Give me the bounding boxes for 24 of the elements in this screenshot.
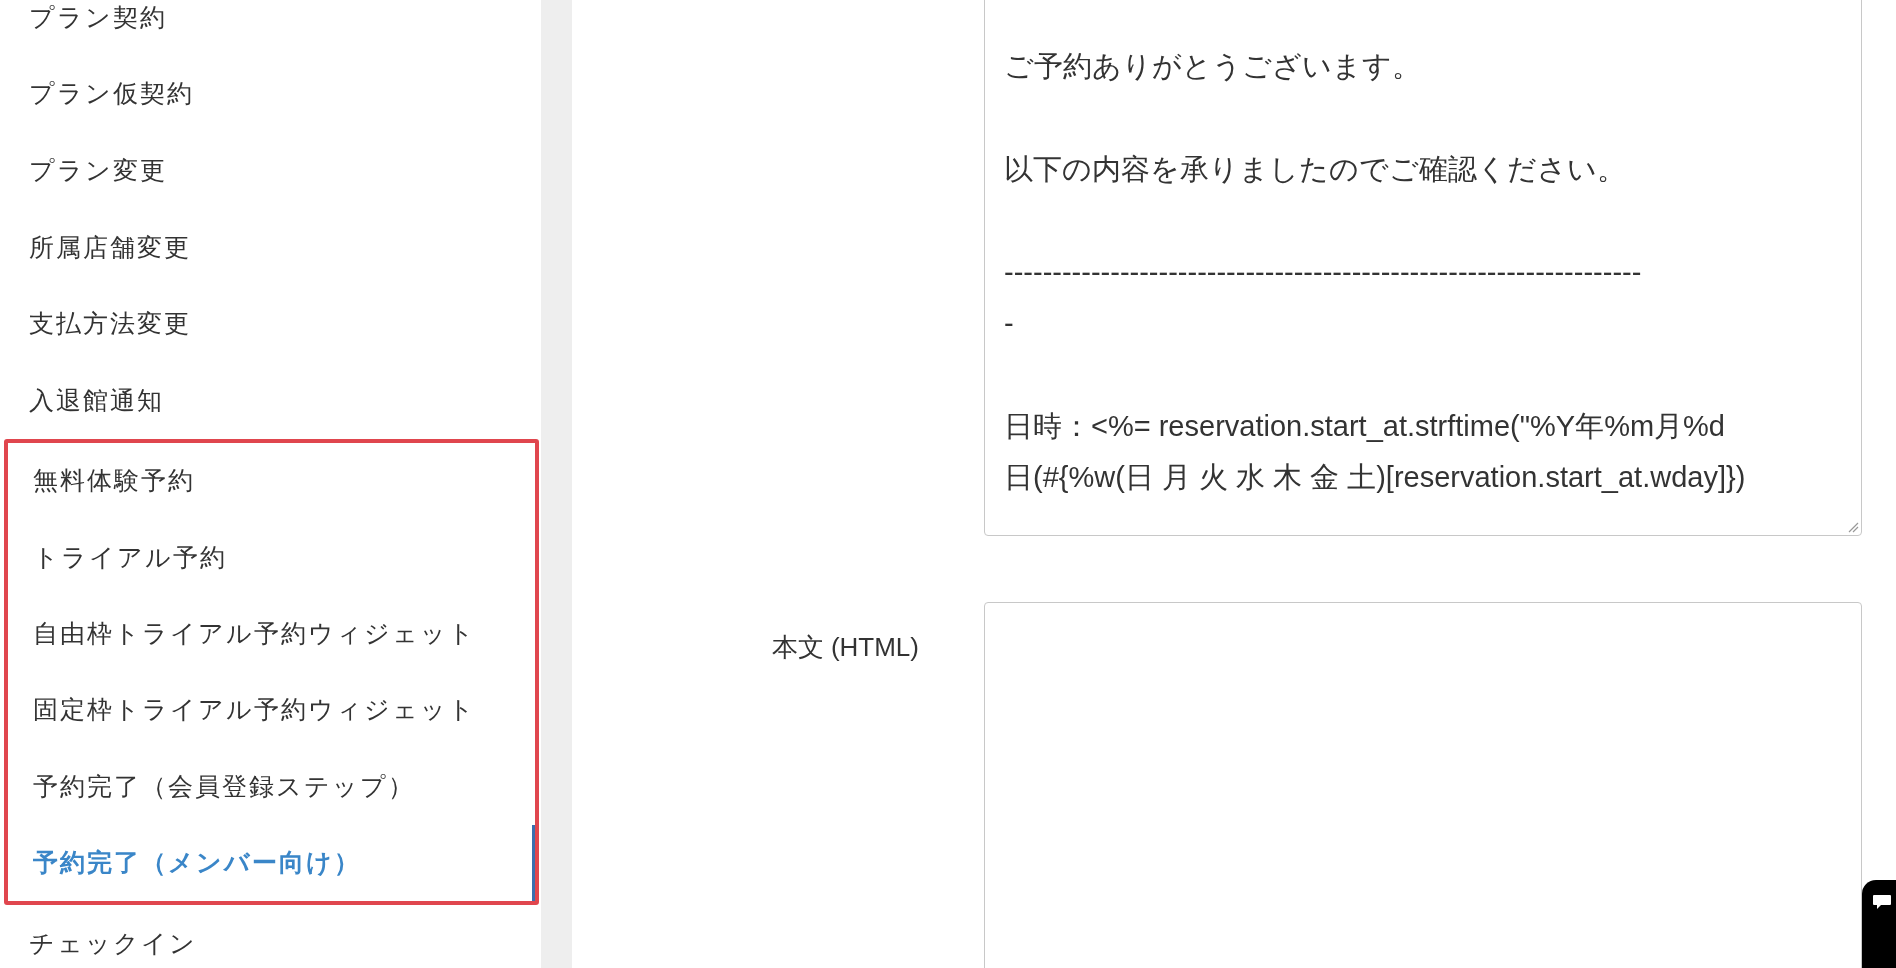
text-line: 日(#{%w(日 月 火 水 木 金 土)[reservation.start_at.wday]}) [1004, 460, 1746, 496]
sidebar-item[interactable]: プラン仮契約 [0, 55, 541, 133]
text-area-field[interactable] [984, 602, 1862, 968]
sidebar-item[interactable]: 無料体験予約 [8, 442, 535, 519]
sidebar-item[interactable]: 自由枠トライアル予約ウィジェット [8, 595, 535, 672]
sidebar-item[interactable]: 固定枠トライアル予約ウィジェット [8, 671, 535, 749]
text-line: 日時：<%= reservation.start_at.strftime("%Y年%m月%d [1004, 408, 1725, 444]
text-line: ご予約ありがとうございます。 [1004, 49, 1421, 84]
sidebar-item[interactable]: プラン契約 [0, 0, 541, 56]
sidebar-item[interactable]: 支払方法変更 [0, 285, 541, 362]
sidebar-item[interactable]: 入退館通知 [0, 361, 541, 439]
sidebar-item[interactable]: 所属店舗変更 [0, 208, 541, 286]
sidebar-item[interactable]: トライアル予約 [8, 518, 535, 596]
text-line: - [1004, 306, 1014, 341]
text-area-field[interactable] [984, 0, 1862, 536]
sidebar-item[interactable]: 予約完了（メンバー向け） [8, 824, 535, 901]
sidebar-item[interactable]: チェックイン [0, 904, 541, 968]
text-line: 以下の内容を承りましたのでご確認ください。 [1004, 151, 1626, 187]
sidebar-item[interactable]: プラン変更 [0, 132, 541, 209]
text-line: ------------------------------------------------------------------ [1004, 254, 1642, 290]
speech-bubble-icon [1872, 894, 1892, 910]
resize-handle-icon[interactable] [1847, 521, 1859, 533]
sidebar-item[interactable]: 予約完了（会員登録ステップ） [8, 748, 535, 825]
field-label: 本文 (HTML) [771, 631, 919, 662]
